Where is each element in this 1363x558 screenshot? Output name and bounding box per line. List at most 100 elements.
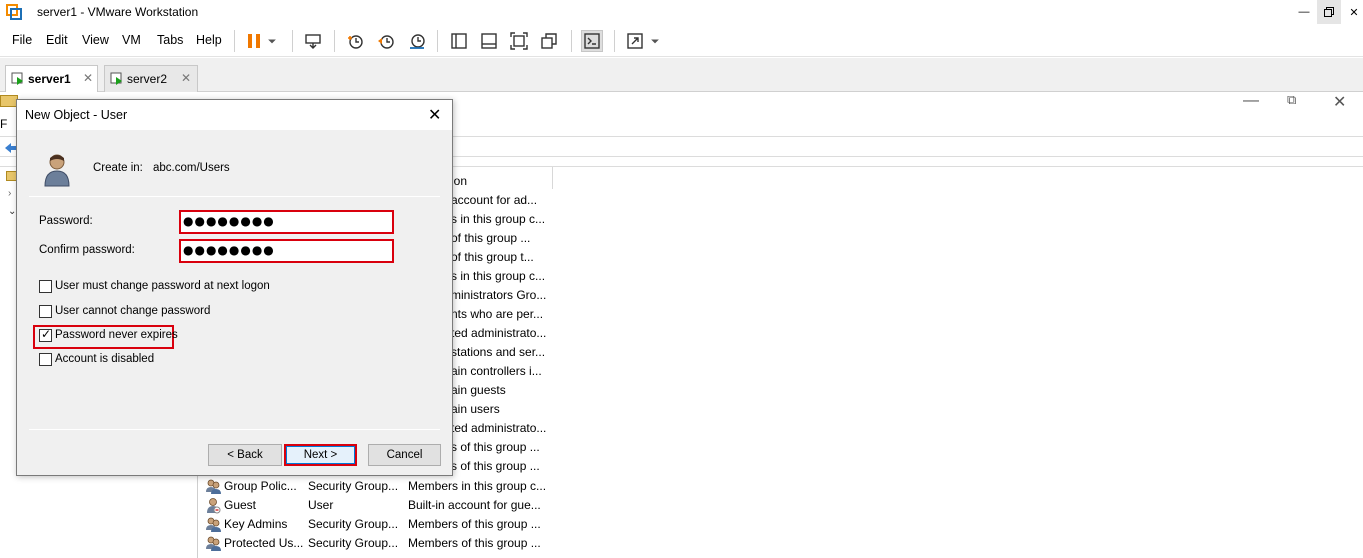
back-button[interactable]: < Back <box>208 444 282 466</box>
next-button[interactable]: Next > <box>284 444 357 466</box>
vm-tab-bar: server1 ✕ server2 ✕ <box>0 58 1363 93</box>
chevron-down-icon <box>651 39 659 44</box>
user-icon <box>205 497 222 514</box>
tree-expand-icon[interactable]: › <box>8 188 11 199</box>
toolbar-separator <box>234 30 235 52</box>
stretch-icon <box>627 33 643 49</box>
take-snapshot-button[interactable] <box>344 30 366 52</box>
close-window-button[interactable]: ✕ <box>1342 0 1363 24</box>
pause-button[interactable] <box>243 30 265 52</box>
unity-button[interactable] <box>538 30 560 52</box>
menu-file[interactable]: File <box>12 33 32 47</box>
partial-description-cell: ain controllers i... <box>451 364 542 378</box>
type-cell: Security Group... <box>308 517 399 531</box>
dialog-title-bar: New Object - User ✕ <box>17 100 452 130</box>
description-cell: Members of this group ... <box>408 517 541 531</box>
checkbox-box[interactable] <box>39 305 52 318</box>
user-icon <box>44 154 70 187</box>
title-bar: server1 - VMware Workstation — ✕ <box>0 0 1363 24</box>
partial-description-cell: nts who are per... <box>451 307 544 321</box>
checkbox-box[interactable] <box>39 353 52 366</box>
create-in-label: Create in: <box>93 162 143 174</box>
snapshot-manager-icon <box>410 34 425 49</box>
close-tab-icon[interactable]: ✕ <box>181 71 191 85</box>
aduc-restore-button[interactable]: ⧉ <box>1287 92 1296 108</box>
dialog-close-button[interactable]: ✕ <box>428 105 441 125</box>
toolbar-separator <box>437 30 438 52</box>
type-cell: User <box>308 498 334 512</box>
checkbox-label: User must change password at next logon <box>55 280 270 292</box>
menu-vm[interactable]: VM <box>122 33 141 47</box>
name-cell: Group Polic... <box>224 479 297 493</box>
description-column-header[interactable]: ion <box>451 174 467 188</box>
partial-description-cell: ain guests <box>451 383 506 397</box>
tab-label: server2 <box>127 72 168 86</box>
partial-description-cell: stations and ser... <box>451 345 546 359</box>
stretch-guest-button[interactable] <box>624 30 646 52</box>
tab-server1[interactable]: server1 ✕ <box>5 65 98 93</box>
menu-bar: File Edit View VM Tabs Help <box>0 24 1363 57</box>
partial-description-cell: ted administrato... <box>451 326 547 340</box>
console-view-button[interactable] <box>581 30 603 52</box>
partial-description-cell: s of this group ... <box>451 440 540 454</box>
group-icon <box>205 535 222 552</box>
unity-icon <box>541 33 557 49</box>
menu-edit[interactable]: Edit <box>46 33 68 47</box>
type-cell: Security Group... <box>308 536 399 550</box>
library-view-icon <box>451 33 467 49</box>
console-icon <box>584 33 600 49</box>
snapshot-icon <box>348 35 363 49</box>
restore-icon <box>1324 7 1334 17</box>
checkbox-box[interactable] <box>39 280 52 293</box>
show-thumbnail-bar-button[interactable] <box>478 30 500 52</box>
checkbox-box[interactable]: ✓ <box>39 327 52 342</box>
minimize-button[interactable]: — <box>1292 0 1316 24</box>
cancel-button[interactable]: Cancel <box>368 444 441 466</box>
tab-server2[interactable]: server2 ✕ <box>104 65 198 92</box>
column-divider <box>552 167 553 189</box>
pause-icon <box>248 34 260 48</box>
checkbox-label: User cannot change password <box>55 305 211 317</box>
stretch-dropdown-button[interactable] <box>648 30 662 52</box>
snapshot-manager-button[interactable] <box>406 30 428 52</box>
description-cell: Members of this group ... <box>408 536 541 550</box>
group-icon <box>205 478 222 495</box>
close-tab-icon[interactable]: ✕ <box>83 71 93 85</box>
list-item[interactable]: Key Admins Security Group... Members of th… <box>205 515 565 534</box>
menu-help[interactable]: Help <box>196 33 222 47</box>
vm-running-icon <box>11 72 23 85</box>
window-title: server1 - VMware Workstation <box>37 5 199 19</box>
list-item[interactable]: Guest User Built-in account for gue... <box>205 496 565 515</box>
type-cell: Security Group... <box>308 479 399 493</box>
restore-button[interactable] <box>1317 0 1341 24</box>
list-item[interactable]: Group Polic... Security Group... Members i… <box>205 477 565 496</box>
password-input[interactable]: ●●●●●●●● <box>179 210 394 234</box>
dialog-title: New Object - User <box>25 108 128 122</box>
send-ctrl-alt-del-button[interactable] <box>302 30 324 52</box>
confirm-password-label: Confirm password: <box>39 244 135 256</box>
power-dropdown-button[interactable] <box>265 30 279 52</box>
description-cell: Built-in account for gue... <box>408 498 541 512</box>
show-library-button[interactable] <box>448 30 470 52</box>
partial-description-cell: ministrators Gro... <box>451 288 547 302</box>
menu-tabs[interactable]: Tabs <box>157 33 183 47</box>
list-item[interactable]: Protected Us... Security Group... Members … <box>205 534 565 553</box>
dialog-divider <box>29 196 440 197</box>
chevron-down-icon <box>268 39 276 44</box>
partial-description-cell: s of this group ... <box>451 459 540 473</box>
back-arrow-icon[interactable] <box>4 142 16 154</box>
aduc-minimize-button[interactable]: — <box>1243 92 1259 110</box>
name-cell: Key Admins <box>224 517 288 531</box>
checkmark-icon: ✓ <box>41 327 52 341</box>
menu-view[interactable]: View <box>82 33 109 47</box>
create-in-path: abc.com/Users <box>153 162 230 174</box>
aduc-menu-fragment: F <box>0 117 8 131</box>
checkbox-label: Password never expires <box>55 329 178 341</box>
revert-snapshot-button[interactable] <box>375 30 397 52</box>
aduc-close-button[interactable]: ✕ <box>1333 92 1346 112</box>
password-label: Password: <box>39 215 93 227</box>
thumbnail-view-icon <box>481 33 497 49</box>
name-cell: Protected Us... <box>224 536 304 550</box>
confirm-password-input[interactable]: ●●●●●●●● <box>179 239 394 263</box>
full-screen-button[interactable] <box>508 30 530 52</box>
